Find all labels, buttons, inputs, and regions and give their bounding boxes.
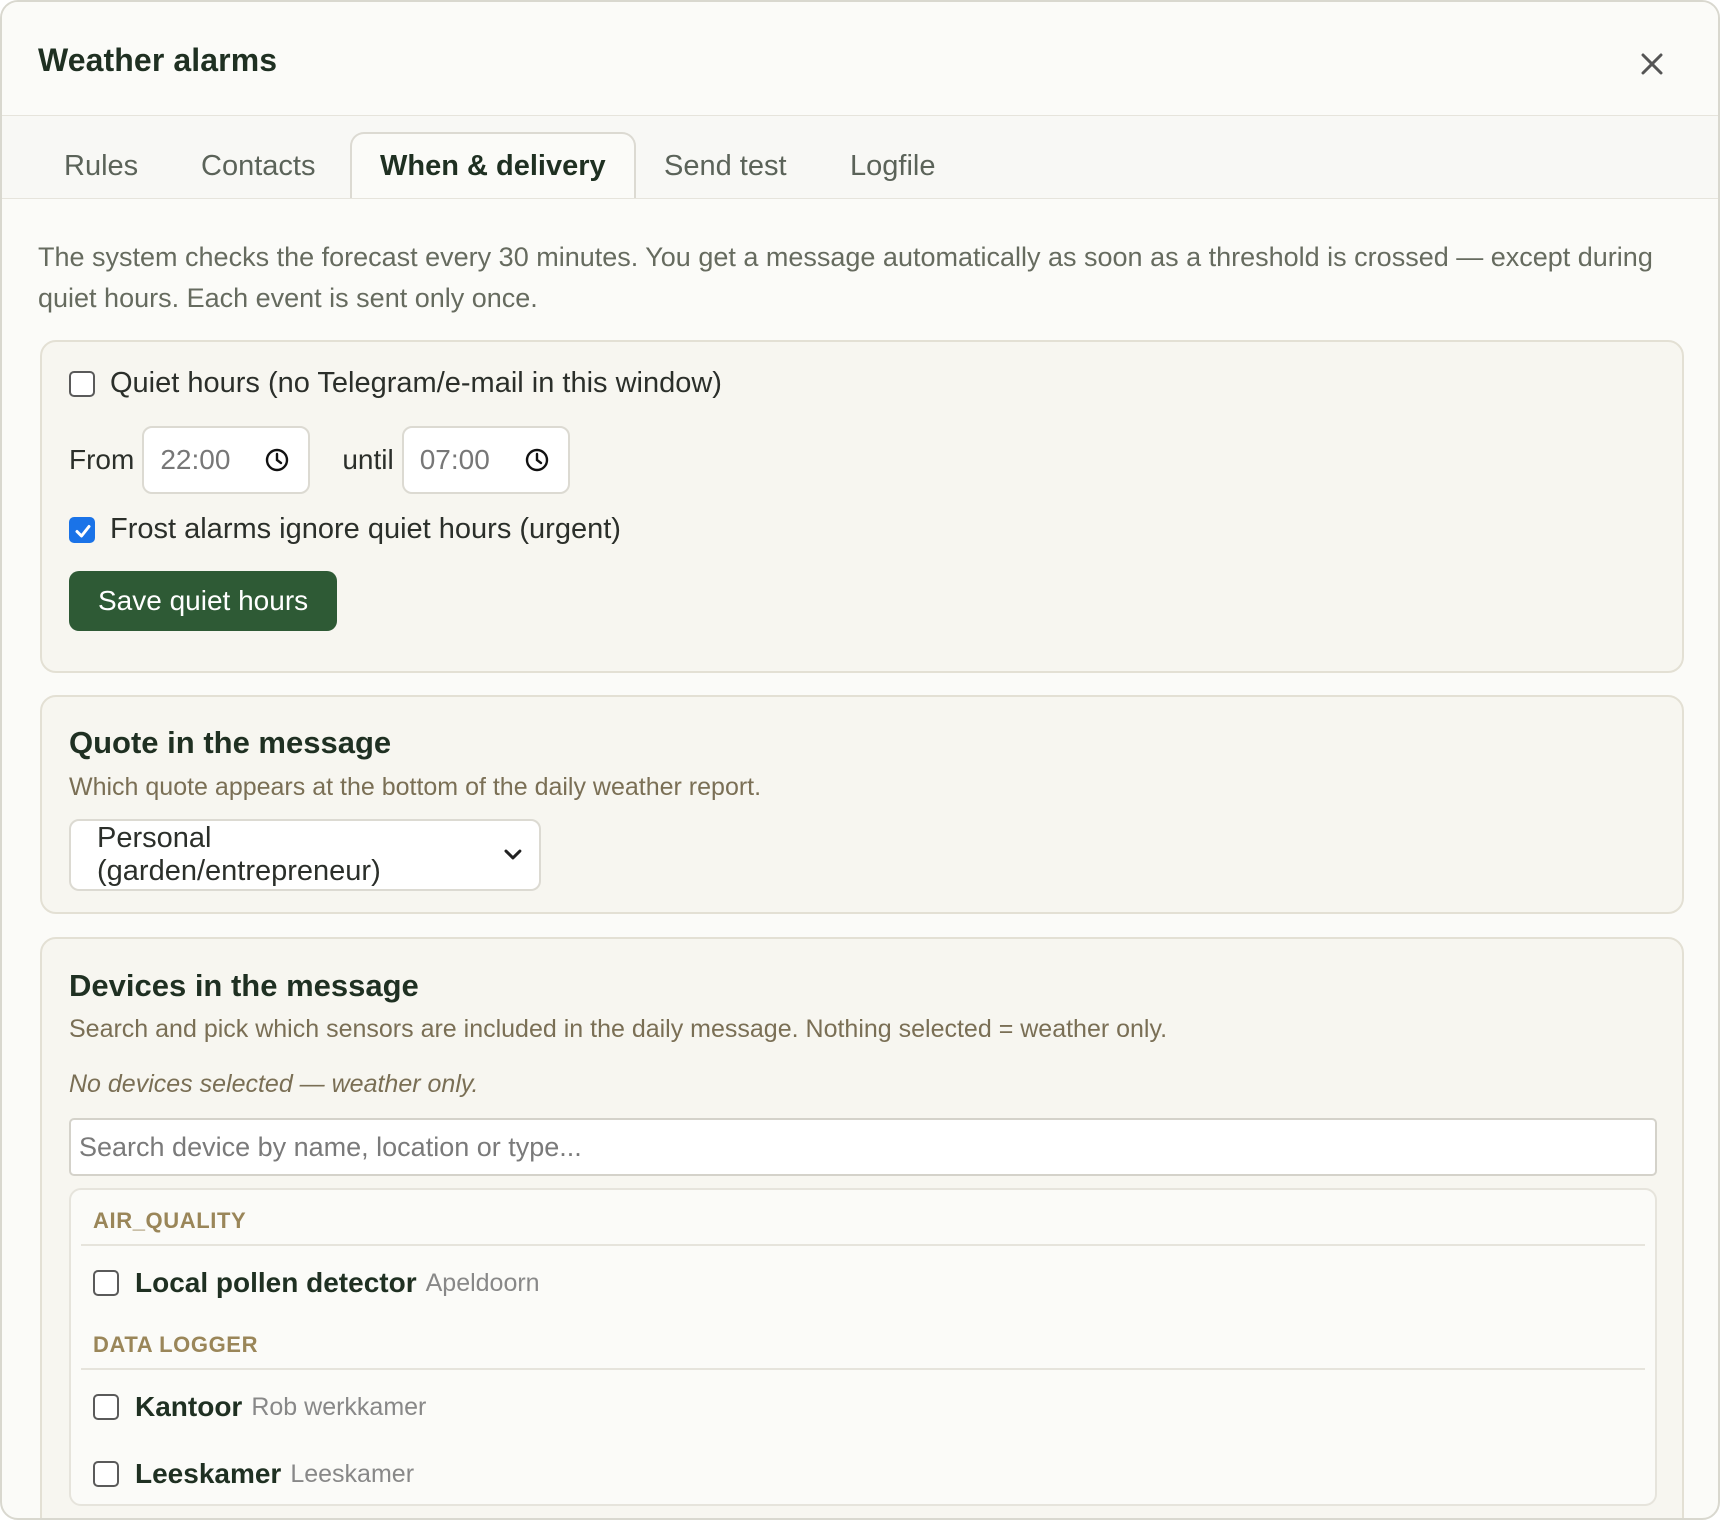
devices-title: Devices in the message <box>69 968 419 1003</box>
quote-title: Quote in the message <box>69 725 392 760</box>
device-location: Rob werkkamer <box>251 1392 427 1421</box>
quiet-hours-row: Quiet hours (no Telegram/e-mail in this … <box>69 367 722 400</box>
chevron-down-icon <box>504 849 522 860</box>
until-time-input[interactable]: 07:00 <box>401 426 570 494</box>
tab-bar: Rules Contacts When & delivery Send test… <box>2 116 1718 199</box>
frost-override-label: Frost alarms ignore quiet hours (urgent) <box>110 513 621 545</box>
devices-empty-note: No devices selected — weather only. <box>69 1070 479 1098</box>
quote-selected-value: Personal (garden/entrepreneur) <box>97 822 381 887</box>
device-name: Leeskamer <box>135 1458 282 1489</box>
checkmark-icon <box>75 524 91 537</box>
tab-logfile[interactable]: Logfile <box>822 134 963 198</box>
from-time-value: 22:00 <box>160 444 231 475</box>
tab-send-test[interactable]: Send test <box>636 134 815 198</box>
until-label: until <box>342 444 394 475</box>
quiet-hours-card: Quiet hours (no Telegram/e-mail in this … <box>40 340 1684 673</box>
tab-content: The system checks the forecast every 30 … <box>2 237 1718 319</box>
device-list: AIR_QUALITY Local pollen detector Apeldo… <box>69 1188 1657 1506</box>
quiet-hours-label: Quiet hours (no Telegram/e-mail in this … <box>110 367 722 399</box>
device-row[interactable]: Kantoor Rob werkkamer <box>81 1370 1645 1444</box>
device-name: Local pollen detector <box>135 1267 417 1298</box>
quote-description: Which quote appears at the bottom of the… <box>69 773 762 801</box>
dialog-header: Weather alarms <box>2 2 1718 116</box>
frost-override-row: Frost alarms ignore quiet hours (urgent) <box>69 513 621 546</box>
device-checkbox[interactable] <box>93 1394 119 1420</box>
quote-select[interactable]: Personal (garden/entrepreneur) <box>69 819 541 891</box>
clock-icon[interactable] <box>524 447 550 473</box>
until-time-value: 07:00 <box>419 444 490 475</box>
device-row[interactable]: Leeskamer Leeskamer <box>81 1444 1645 1504</box>
quote-card: Quote in the message Which quote appears… <box>40 695 1684 914</box>
dialog-title: Weather alarms <box>38 42 278 78</box>
clock-icon[interactable] <box>264 447 290 473</box>
device-location: Leeskamer <box>290 1459 415 1488</box>
device-name: Kantoor <box>135 1391 243 1422</box>
device-row[interactable]: Local pollen detector Apeldoorn <box>81 1246 1645 1320</box>
device-checkbox[interactable] <box>93 1461 119 1487</box>
tab-when-delivery[interactable]: When & delivery <box>350 132 636 198</box>
devices-card: Devices in the message Search and pick w… <box>40 937 1684 1518</box>
weather-alarms-dialog: Weather alarms Rules Contacts When & del… <box>0 0 1720 1520</box>
close-button[interactable] <box>1634 46 1670 82</box>
device-checkbox[interactable] <box>93 1270 119 1296</box>
devices-description: Search and pick which sensors are includ… <box>69 1015 1168 1043</box>
quiet-hours-checkbox[interactable] <box>69 370 95 397</box>
group-heading-air-quality: AIR_QUALITY <box>81 1190 1645 1246</box>
group-heading-data-logger: DATA LOGGER <box>81 1320 1645 1370</box>
tab-contacts[interactable]: Contacts <box>173 134 343 198</box>
device-search-input[interactable]: Search device by name, location or type.… <box>69 1118 1657 1176</box>
from-time-input[interactable]: 22:00 <box>142 426 311 494</box>
intro-text: The system checks the forecast every 30 … <box>38 242 1653 313</box>
close-icon <box>1641 53 1663 75</box>
tab-rules[interactable]: Rules <box>36 134 166 198</box>
device-location: Apeldoorn <box>425 1268 540 1297</box>
time-window-row: From 22:00 until 07:00 <box>69 426 570 494</box>
save-quiet-hours-button[interactable]: Save quiet hours <box>69 571 338 631</box>
from-label: From <box>69 444 135 475</box>
frost-override-checkbox[interactable] <box>69 516 95 543</box>
